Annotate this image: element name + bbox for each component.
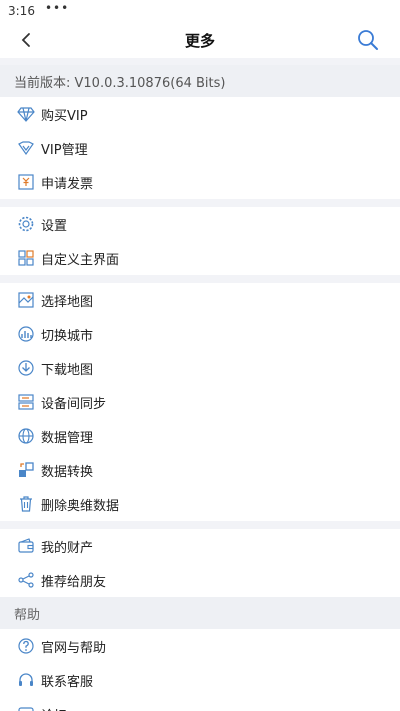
vip-icon — [16, 138, 36, 158]
help-icon — [16, 636, 36, 656]
menu-item-delete-data[interactable]: 删除奥维数据 — [0, 487, 400, 521]
menu-item-device-sync[interactable]: 设备间同步 — [0, 385, 400, 419]
globe-icon — [16, 426, 36, 446]
menu-item-custom-home[interactable]: 自定义主界面 — [0, 241, 400, 275]
nav-bar: 更多 — [0, 22, 400, 58]
forum-icon — [16, 704, 36, 711]
search-button[interactable] — [356, 28, 380, 52]
map-group: 选择地图 切换城市 下载地图 设备间同步 数据管理 数据转换 删除奥维数据 — [0, 283, 400, 521]
chevron-left-icon — [21, 33, 30, 47]
menu-item-settings[interactable]: 设置 — [0, 207, 400, 241]
headset-icon — [16, 670, 36, 690]
help-group: 官网与帮助 联系客服 论坛 — [0, 629, 400, 711]
invoice-icon — [16, 172, 36, 192]
trash-icon — [16, 494, 36, 514]
menu-item-data-convert[interactable]: 数据转换 — [0, 453, 400, 487]
version-info: 当前版本: V10.0.3.10876(64 Bits) — [0, 65, 400, 97]
status-dots: ••• — [44, 1, 70, 15]
convert-icon — [16, 460, 36, 480]
share-icon — [16, 570, 36, 590]
menu-item-invoice[interactable]: 申请发票 — [0, 165, 400, 199]
layout-icon — [16, 248, 36, 268]
vip-group: 购买VIP VIP管理 申请发票 — [0, 97, 400, 199]
map-icon — [16, 290, 36, 310]
menu-item-my-assets[interactable]: 我的财产 — [0, 529, 400, 563]
menu-item-contact[interactable]: 联系客服 — [0, 663, 400, 697]
city-icon — [16, 324, 36, 344]
gear-icon — [16, 214, 36, 234]
page-title: 更多 — [184, 31, 215, 50]
menu-item-recommend[interactable]: 推荐给朋友 — [0, 563, 400, 597]
back-button[interactable] — [16, 30, 36, 50]
menu-item-buy-vip[interactable]: 购买VIP — [0, 97, 400, 131]
diamond-icon — [16, 104, 36, 124]
help-section-title: 帮助 — [0, 597, 400, 629]
menu-item-data-manage[interactable]: 数据管理 — [0, 419, 400, 453]
menu-item-vip-manage[interactable]: VIP管理 — [0, 131, 400, 165]
sync-icon — [16, 392, 36, 412]
menu-item-help[interactable]: 官网与帮助 — [0, 629, 400, 663]
account-group: 我的财产 推荐给朋友 — [0, 529, 400, 597]
wallet-icon — [16, 536, 36, 556]
status-bar: 3:16 ••• — [0, 0, 400, 22]
download-icon — [16, 358, 36, 378]
menu-item-switch-city[interactable]: 切换城市 — [0, 317, 400, 351]
settings-group: 设置 自定义主界面 — [0, 207, 400, 275]
menu-item-forum[interactable]: 论坛 — [0, 697, 400, 711]
status-time: 3:16 — [8, 4, 35, 18]
search-icon — [358, 30, 378, 50]
menu-item-download-map[interactable]: 下载地图 — [0, 351, 400, 385]
menu-item-select-map[interactable]: 选择地图 — [0, 283, 400, 317]
